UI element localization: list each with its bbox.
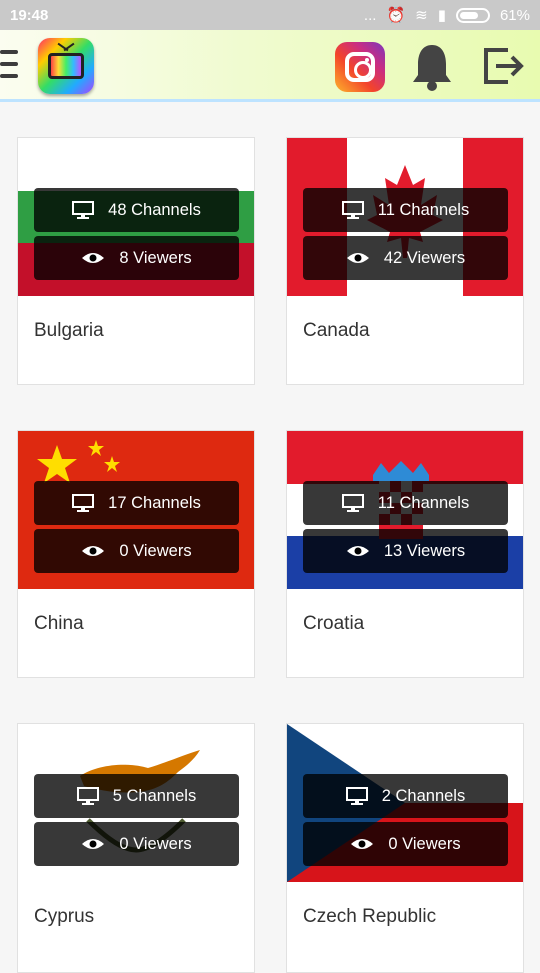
channels-count: 11 Channels: [377, 200, 470, 219]
channels-badge: 11 Channels: [303, 481, 508, 525]
eye-icon: [81, 544, 105, 558]
viewers-badge: 0 Viewers: [34, 529, 239, 573]
alarm-icon: ⏰: [386, 7, 406, 24]
status-indicators: ... ⏰ ≋ ▮ 61%: [363, 6, 530, 25]
channels-badge: 5 Channels: [34, 774, 239, 818]
viewers-count: 8 Viewers: [119, 248, 192, 267]
viewers-badge: 8 Viewers: [34, 236, 239, 280]
viewers-count: 13 Viewers: [383, 541, 466, 560]
eye-icon: [81, 251, 105, 265]
channels-count: 11 Channels: [377, 493, 470, 512]
monitor-icon: [341, 494, 364, 512]
viewers-badge: 0 Viewers: [303, 822, 508, 866]
viewers-count: 0 Viewers: [388, 834, 461, 853]
country-name: Bulgaria: [34, 320, 104, 341]
app-bar: [0, 30, 540, 102]
battery-percent: 61%: [499, 6, 530, 24]
status-bar: 19:48 ... ⏰ ≋ ▮ 61%: [0, 0, 540, 30]
channels-badge: 17 Channels: [34, 481, 239, 525]
channels-count: 2 Channels: [381, 786, 466, 805]
viewers-count: 42 Viewers: [383, 248, 466, 267]
monitor-icon: [72, 201, 95, 219]
channels-count: 5 Channels: [112, 786, 197, 805]
country-card-czech-republic[interactable]: 2 Channels 0 Viewers Czech Republic: [286, 723, 524, 973]
country-name: Czech Republic: [303, 906, 437, 927]
tv-app-icon[interactable]: [38, 38, 94, 94]
logout-icon[interactable]: [482, 44, 526, 88]
eye-icon: [350, 837, 374, 851]
status-time: 19:48: [10, 6, 49, 24]
country-name: China: [34, 613, 84, 634]
country-name: Canada: [303, 320, 370, 341]
channels-count: 48 Channels: [108, 200, 201, 219]
viewers-badge: 13 Viewers: [303, 529, 508, 573]
country-card-canada[interactable]: 11 Channels 42 Viewers Canada: [286, 137, 524, 385]
signal-icon: ▮: [437, 7, 446, 24]
status-dots: ...: [363, 6, 377, 24]
channels-badge: 48 Channels: [34, 188, 239, 232]
channels-badge: 11 Channels: [303, 188, 508, 232]
hamburger-icon[interactable]: [0, 50, 18, 78]
channels-count: 17 Channels: [108, 493, 201, 512]
country-card-croatia[interactable]: 11 Channels 13 Viewers Croatia: [286, 430, 524, 678]
country-name: Cyprus: [34, 906, 95, 927]
eye-icon: [81, 837, 105, 851]
bell-icon[interactable]: [410, 42, 454, 92]
eye-icon: [346, 544, 370, 558]
eye-icon: [346, 251, 370, 265]
viewers-count: 0 Viewers: [119, 541, 192, 560]
viewers-badge: 42 Viewers: [303, 236, 508, 280]
country-name: Croatia: [303, 613, 365, 634]
battery-icon: [455, 7, 490, 23]
viewers-badge: 0 Viewers: [34, 822, 239, 866]
channels-badge: 2 Channels: [303, 774, 508, 818]
monitor-icon: [76, 787, 99, 805]
country-card-cyprus[interactable]: 5 Channels 0 Viewers Cyprus: [17, 723, 255, 973]
monitor-icon: [341, 201, 364, 219]
country-card-china[interactable]: 17 Channels 0 Viewers China: [17, 430, 255, 678]
monitor-icon: [345, 787, 368, 805]
monitor-icon: [72, 494, 95, 512]
country-card-bulgaria[interactable]: 48 Channels 8 Viewers Bulgaria: [17, 137, 255, 385]
viewers-count: 0 Viewers: [119, 834, 192, 853]
instagram-icon[interactable]: [335, 42, 385, 92]
wifi-icon: ≋: [415, 7, 428, 24]
